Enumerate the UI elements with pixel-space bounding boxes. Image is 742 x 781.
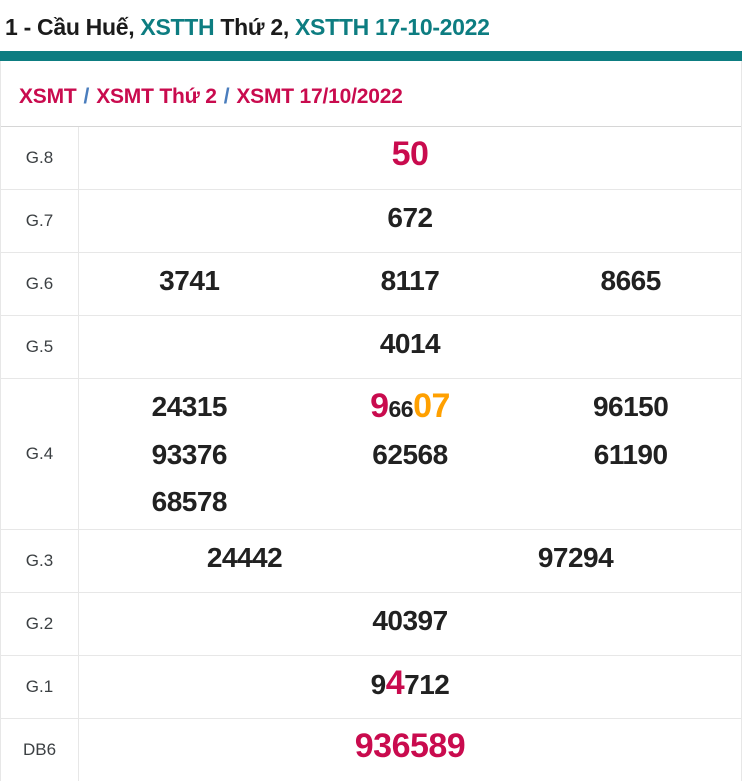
breadcrumb-link[interactable]: XSMT [19, 85, 77, 108]
breadcrumb-separator: / [217, 85, 237, 108]
page-title-segment: XSTTH [140, 14, 214, 40]
prize-row-g3: G.3 24442 97294 [1, 530, 741, 593]
results-card: XSMT/XSMT Thứ 2/XSMT 17/10/2022 G.850G.7… [0, 61, 742, 781]
breadcrumb-link[interactable]: XSMT Thứ 2 [96, 85, 217, 108]
prize-number: 8665 [601, 260, 661, 307]
prize-row-g1: G.1 94712 [1, 656, 741, 719]
digit-segment: 3741 [159, 265, 219, 296]
digit-segment: 97294 [538, 542, 613, 573]
prize-values: 3741 8117 8665 [79, 253, 741, 315]
digit-segment: 24442 [207, 542, 282, 573]
digit-segment: 50 [392, 135, 429, 173]
prize-number: 672 [387, 197, 432, 244]
prize-number: 97294 [538, 537, 613, 584]
prize-number: 8117 [381, 260, 440, 307]
page-title-segment: XSTTH 17-10-2022 [295, 14, 490, 40]
prize-number: 94712 [371, 662, 450, 711]
prize-number: 24315 [152, 386, 227, 433]
prize-number: 40397 [372, 600, 447, 647]
prize-values: 40397 [79, 593, 741, 655]
breadcrumb-separator: / [77, 85, 97, 108]
prize-values: 936589 [79, 719, 741, 781]
prize-number: 4014 [380, 323, 440, 370]
prize-label: G.1 [1, 656, 79, 718]
digit-segment: 4 [386, 664, 404, 702]
digit-segment: 93376 [152, 439, 227, 470]
prize-values: 24315 96607 96150 93376 62568 61190 68578 [79, 379, 741, 529]
lottery-results-table: G.850G.7672G.6374181178665G.54014G.42431… [1, 126, 741, 781]
prize-values: 50 [79, 127, 741, 189]
prize-number: 93376 [152, 434, 227, 481]
digit-segment: 62568 [372, 439, 447, 470]
page-title: 1 - Cầu Huế, XSTTH Thứ 2, XSTTH 17-10-20… [0, 0, 742, 51]
digit-segment: 96150 [593, 391, 668, 422]
prize-number: 68578 [152, 481, 227, 528]
digit-segment: 8665 [601, 265, 661, 296]
prize-label: G.3 [1, 530, 79, 592]
prize-label: G.2 [1, 593, 79, 655]
digit-segment: 672 [387, 202, 432, 233]
prize-number: 96150 [593, 386, 668, 433]
prize-number: 62568 [372, 434, 447, 481]
digit-segment: 4014 [380, 328, 440, 359]
breadcrumb: XSMT/XSMT Thứ 2/XSMT 17/10/2022 [1, 61, 741, 126]
digit-segment: 712 [404, 669, 449, 700]
teal-divider-bar [0, 51, 742, 61]
prize-values: 94712 [79, 656, 741, 718]
digit-segment: 9 [370, 387, 388, 425]
digit-segment: 24315 [152, 391, 227, 422]
prize-row-g5: G.5 4014 [1, 316, 741, 379]
prize-row-g4: G.4 24315 96607 96150 93376 62568 61190 68578 [1, 379, 741, 530]
prize-label: G.4 [1, 379, 79, 529]
breadcrumb-link[interactable]: XSMT 17/10/2022 [236, 85, 402, 108]
prize-row-g7: G.7 672 [1, 190, 741, 253]
prize-number: 50 [392, 133, 429, 182]
digit-segment: 68578 [152, 486, 227, 517]
page-title-segment: Thứ 2, [214, 14, 295, 40]
prize-row-g6: G.6 3741 8117 8665 [1, 253, 741, 316]
digit-segment: 61190 [594, 439, 668, 470]
digit-segment: 9 [371, 669, 386, 700]
prize-number: 936589 [355, 725, 465, 774]
prize-label: G.6 [1, 253, 79, 315]
digit-segment: 66 [388, 396, 413, 422]
prize-values: 672 [79, 190, 741, 252]
prize-number: 61190 [594, 434, 668, 481]
prize-label: G.8 [1, 127, 79, 189]
prize-label: G.7 [1, 190, 79, 252]
prize-label: G.5 [1, 316, 79, 378]
digit-segment: 936589 [355, 727, 465, 765]
prize-number: 3741 [159, 260, 219, 307]
page-title-segment: 1 - Cầu Huế, [5, 14, 140, 40]
prize-values: 24442 97294 [79, 530, 741, 592]
digit-segment: 8117 [381, 265, 440, 296]
prize-row-g2: G.2 40397 [1, 593, 741, 656]
prize-values: 4014 [79, 316, 741, 378]
prize-row-g8: G.8 50 [1, 127, 741, 190]
digit-segment: 07 [413, 387, 450, 425]
prize-number: 96607 [370, 385, 450, 434]
prize-label: DB6 [1, 719, 79, 781]
digit-segment: 40397 [372, 605, 447, 636]
prize-number: 24442 [207, 537, 282, 584]
prize-row-db6: DB6 936589 [1, 719, 741, 781]
